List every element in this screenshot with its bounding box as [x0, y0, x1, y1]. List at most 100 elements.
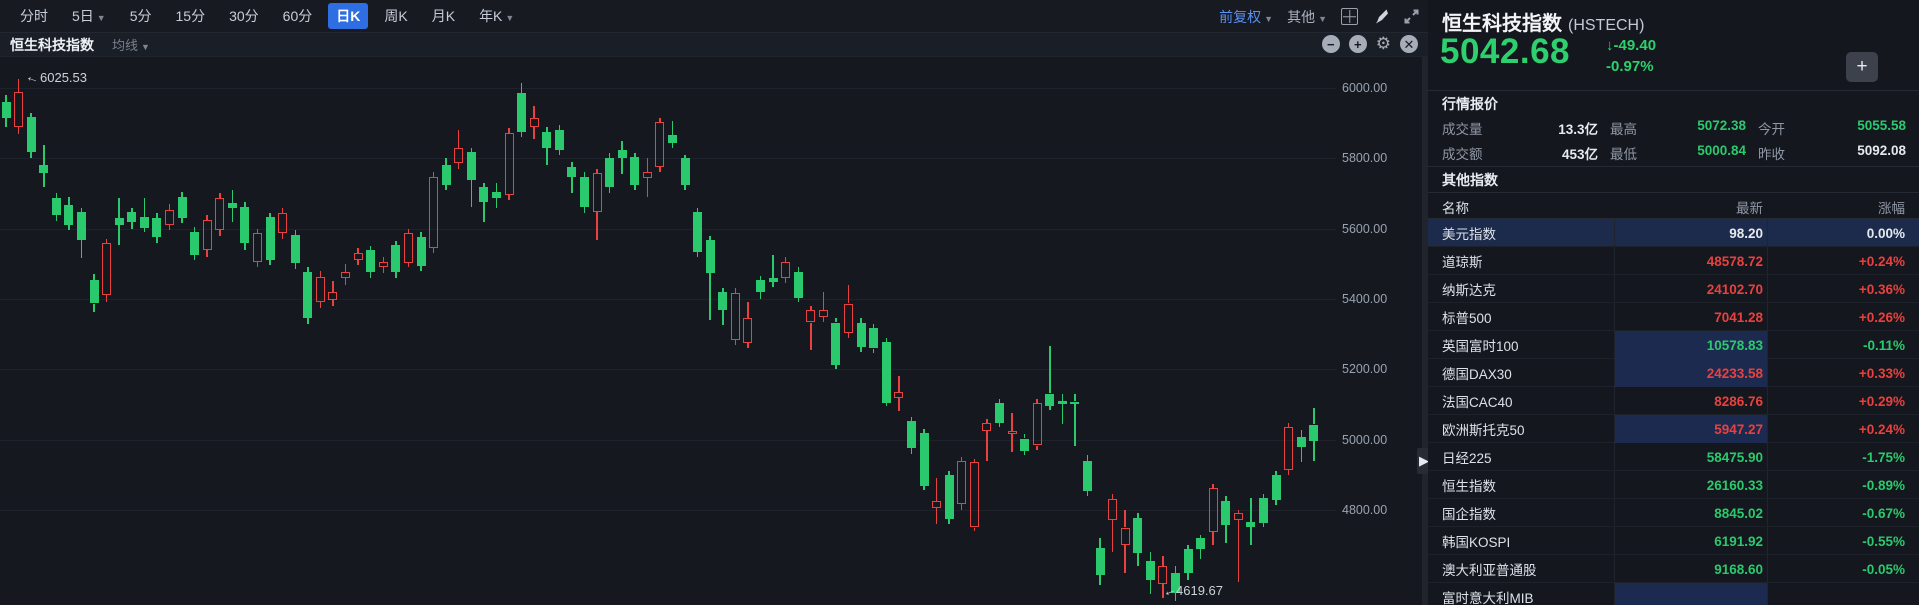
- table-row[interactable]: 美元指数98.200.00%: [1428, 219, 1919, 247]
- close-icon[interactable]: ✕: [1400, 35, 1418, 53]
- candle-body: [530, 118, 539, 127]
- table-row[interactable]: 日经22558475.90-1.75%: [1428, 443, 1919, 471]
- candle-wick: [1275, 500, 1277, 505]
- candle-wick: [257, 262, 259, 267]
- period-tab-1[interactable]: 5日▼: [64, 3, 114, 29]
- candle-wick: [1162, 556, 1164, 567]
- candle-wick: [1263, 523, 1265, 528]
- candlestick-chart[interactable]: 6000.005800.005600.005400.005200.005000.…: [0, 57, 1422, 605]
- index-name: 欧洲斯托克50: [1442, 415, 1612, 443]
- candle-body: [794, 272, 803, 298]
- candle-wick: [898, 398, 900, 411]
- fullscreen-icon[interactable]: [1403, 8, 1420, 25]
- table-row[interactable]: 英国富时10010578.83-0.11%: [1428, 331, 1919, 359]
- candle-body: [618, 150, 627, 158]
- column-separator: [1614, 527, 1615, 554]
- candle-wick: [43, 173, 45, 187]
- column-separator: [1614, 275, 1615, 302]
- adjust-dropdown[interactable]: 前复权▼: [1219, 7, 1273, 27]
- candle-wick: [923, 486, 925, 491]
- high-annotation: ←6025.53: [26, 69, 87, 85]
- table-row[interactable]: 富时意大利MIB: [1428, 583, 1919, 605]
- candle-wick: [798, 298, 800, 302]
- period-tab-9[interactable]: 年K▼: [471, 3, 522, 29]
- candle-wick: [408, 263, 410, 267]
- stock-app-window: 分时5日▼5分15分30分60分日K周K月K年K▼ 前复权▼ 其他▼ 恒生科技指…: [0, 0, 1919, 605]
- index-last: 5947.27: [1618, 415, 1763, 443]
- candle-body: [907, 421, 916, 448]
- candle-wick: [772, 282, 774, 286]
- period-tab-3[interactable]: 15分: [168, 3, 214, 29]
- candle-body: [718, 292, 727, 310]
- gear-icon[interactable]: ⚙: [1376, 35, 1391, 53]
- column-separator: [1614, 303, 1615, 330]
- candle-wick: [420, 266, 422, 271]
- candle-body: [693, 212, 702, 252]
- candle-body: [328, 292, 337, 300]
- candle-wick: [332, 300, 334, 306]
- candle-body: [102, 243, 111, 295]
- candle-wick: [269, 260, 271, 265]
- period-tab-5[interactable]: 60分: [275, 3, 321, 29]
- zoom-out-icon[interactable]: −: [1322, 35, 1340, 53]
- candle-wick: [735, 340, 737, 344]
- table-row[interactable]: 恒生指数26160.33-0.89%: [1428, 471, 1919, 499]
- candle-wick: [596, 212, 598, 240]
- candle-wick: [1036, 446, 1038, 451]
- candle-body: [1083, 461, 1092, 491]
- table-row[interactable]: 欧洲斯托克505947.27+0.24%: [1428, 415, 1919, 443]
- panel-grid-icon[interactable]: [1341, 8, 1358, 25]
- period-tab-7[interactable]: 周K: [376, 3, 415, 29]
- zoom-in-icon[interactable]: +: [1349, 35, 1367, 53]
- candle-wick: [156, 237, 158, 243]
- candle-wick: [848, 333, 850, 337]
- candle-body: [1045, 394, 1054, 406]
- add-watchlist-button[interactable]: +: [1846, 52, 1878, 82]
- period-tab-8[interactable]: 月K: [424, 3, 463, 29]
- candle-body: [354, 253, 363, 260]
- period-tab-0[interactable]: 分时: [12, 3, 56, 29]
- candle-wick: [621, 141, 623, 151]
- candle-wick: [5, 95, 7, 102]
- candle-wick: [357, 260, 359, 265]
- candle-wick: [1187, 573, 1189, 580]
- period-tab-6[interactable]: 日K: [328, 3, 368, 29]
- index-change: +0.33%: [1773, 359, 1905, 387]
- candle-wick: [169, 225, 171, 230]
- candle-body: [417, 237, 426, 266]
- candle-body: [253, 233, 262, 262]
- period-tab-4[interactable]: 30分: [221, 3, 267, 29]
- high-label: 最高: [1610, 118, 1637, 138]
- candle-body: [555, 130, 564, 150]
- candle-wick: [383, 267, 385, 272]
- period-tab-2[interactable]: 5分: [122, 3, 160, 29]
- table-row[interactable]: 韩国KOSPI6191.92-0.55%: [1428, 527, 1919, 555]
- candle-body: [1058, 401, 1067, 405]
- table-row[interactable]: 澳大利亚普通股9168.60-0.05%: [1428, 555, 1919, 583]
- period-tabs: 分时 5日▼ 5分 15分 30分 60分日K 周K 月K 年K▼: [0, 3, 522, 29]
- candle-wick: [18, 127, 20, 135]
- candle-wick: [1212, 532, 1214, 545]
- ma-dropdown[interactable]: 均线▼: [112, 35, 150, 54]
- price-change-pct: -0.97%: [1606, 58, 1654, 75]
- column-separator: [1767, 527, 1768, 554]
- candle-body: [668, 135, 677, 143]
- table-row[interactable]: 国企指数8845.02-0.67%: [1428, 499, 1919, 527]
- y-axis-tick: 5800.00: [1336, 151, 1412, 165]
- candle-wick: [395, 272, 397, 278]
- draw-icon[interactable]: [1372, 8, 1389, 25]
- candle-body: [1272, 475, 1281, 500]
- candle-body: [52, 198, 61, 215]
- table-row[interactable]: 纳斯达克24102.70+0.36%: [1428, 275, 1919, 303]
- table-row[interactable]: 道琼斯48578.72+0.24%: [1428, 247, 1919, 275]
- candle-wick: [898, 376, 900, 392]
- index-last: 9168.60: [1618, 555, 1763, 583]
- table-row[interactable]: 标普5007041.28+0.26%: [1428, 303, 1919, 331]
- index-name: 英国富时100: [1442, 331, 1612, 359]
- other-dropdown[interactable]: 其他▼: [1287, 7, 1327, 27]
- candle-wick: [1087, 491, 1089, 496]
- candle-body: [681, 158, 690, 185]
- table-row[interactable]: 法国CAC408286.76+0.29%: [1428, 387, 1919, 415]
- column-separator: [1767, 275, 1768, 302]
- table-row[interactable]: 德国DAX3024233.58+0.33%: [1428, 359, 1919, 387]
